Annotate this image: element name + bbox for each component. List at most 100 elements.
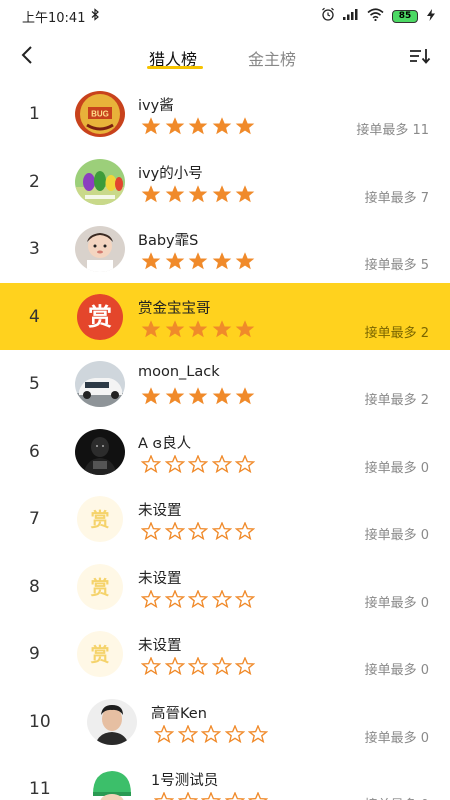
status-time: 上午10:41: [22, 10, 86, 26]
star-rating: [141, 117, 255, 135]
star-filled-icon: [235, 387, 255, 405]
avatar[interactable]: [75, 361, 125, 407]
signal-icon: [343, 8, 359, 24]
star-outline-icon: [188, 454, 208, 472]
star-outline-icon: [188, 589, 208, 607]
avatar[interactable]: 赏: [75, 496, 125, 542]
star-rating: [141, 589, 255, 608]
hunter-name: 赏金宝宝哥: [138, 300, 211, 317]
rank-number: 8: [29, 576, 40, 597]
star-outline-icon: [225, 724, 244, 742]
star-filled-icon: [212, 387, 231, 405]
ranking-row[interactable]: 3 Baby霏S 接单最多 5: [0, 215, 450, 283]
star-filled-icon: [141, 184, 161, 202]
star-filled-icon: [212, 184, 231, 202]
hunter-name: 未设置: [138, 503, 182, 519]
avatar[interactable]: [87, 766, 137, 800]
sort-button[interactable]: [408, 44, 432, 68]
star-filled-icon: [165, 252, 184, 270]
star-rating: [154, 792, 268, 800]
star-filled-icon: [188, 184, 208, 202]
ranking-row[interactable]: 8 赏 未设置 接单最多 0: [0, 553, 450, 621]
ranking-row[interactable]: 4 赏 赏金宝宝哥 接单最多 2: [0, 282, 450, 350]
star-outline-icon: [212, 522, 231, 540]
status-bar: 上午10:41 85: [0, 0, 450, 32]
avatar[interactable]: [75, 226, 125, 272]
star-outline-icon: [201, 724, 221, 742]
star-outline-icon: [141, 657, 161, 675]
hunter-name: ivy酱: [138, 98, 174, 114]
rank-number: 3: [29, 239, 40, 259]
rank-number: 1: [29, 104, 40, 124]
star-filled-icon: [212, 252, 231, 270]
star-outline-icon: [235, 589, 255, 607]
star-outline-icon: [235, 522, 255, 540]
star-filled-icon: [141, 252, 161, 270]
avatar[interactable]: [87, 698, 137, 745]
avatar[interactable]: [75, 428, 125, 475]
star-outline-icon: [235, 454, 255, 472]
star-outline-icon: [212, 589, 231, 607]
star-outline-icon: [178, 724, 197, 742]
star-filled-icon: [141, 319, 161, 337]
star-filled-icon: [235, 184, 255, 202]
star-filled-icon: [165, 117, 184, 135]
header: 猎人榜 金主榜: [0, 34, 450, 80]
ranking-row[interactable]: 7 赏 未设置 接单最多 0: [0, 485, 450, 553]
rank-number: 2: [29, 171, 40, 192]
star-rating: [141, 252, 255, 270]
star-rating: [141, 657, 255, 675]
hunter-name: Baby霏S: [138, 233, 199, 249]
star-outline-icon: [165, 657, 184, 675]
star-filled-icon: [141, 117, 161, 135]
order-count: 接单最多 2: [364, 393, 429, 408]
avatar[interactable]: 赏: [75, 293, 125, 340]
rank-number: 7: [29, 509, 40, 529]
star-filled-icon: [212, 319, 231, 337]
avatar[interactable]: [75, 158, 125, 205]
wifi-icon: [367, 7, 384, 25]
order-count: 接单最多 2: [364, 325, 429, 341]
hunter-name: 高晉Ken: [151, 705, 207, 722]
star-outline-icon: [212, 657, 231, 675]
bluetooth-icon: [91, 7, 100, 25]
star-outline-icon: [165, 522, 184, 540]
rank-number: 11: [29, 779, 51, 799]
star-filled-icon: [165, 184, 184, 202]
ranking-row[interactable]: 2 ivy的小号 接单最多 7: [0, 148, 450, 216]
order-count: 接单最多 0: [364, 663, 429, 678]
avatar[interactable]: 赏: [75, 563, 125, 610]
star-outline-icon: [212, 454, 231, 472]
order-count: 接单最多 0: [365, 794, 429, 800]
back-button[interactable]: [12, 40, 42, 70]
order-count: 接单最多 0: [364, 460, 429, 476]
avatar[interactable]: BUG: [75, 91, 125, 137]
ranking-row[interactable]: 6 A ɞ良人 接单最多 0: [0, 418, 450, 486]
star-filled-icon: [188, 319, 208, 337]
star-outline-icon: [141, 454, 161, 472]
avatar-reward-text: 赏: [90, 576, 109, 599]
ranking-row[interactable]: 5 moon_Lack 接单最多 2: [0, 350, 450, 418]
avatar-reward-text: 赏: [90, 508, 109, 531]
ranking-row[interactable]: 1 BUG ivy酱 接单最多 11: [0, 80, 450, 148]
tab-sponsor-ranking[interactable]: 金主榜: [248, 46, 296, 70]
star-outline-icon: [154, 724, 174, 742]
ranking-row[interactable]: 9 赏 未设置 接单最多 0: [0, 620, 450, 688]
star-outline-icon: [235, 657, 255, 675]
hunter-name: ivy的小号: [138, 165, 203, 182]
star-filled-icon: [141, 387, 161, 405]
ranking-list: 1 BUG ivy酱 接单最多 11 2 ivy的小号 接单最多 7 3 Baby霏S 接单最多 …: [0, 80, 450, 800]
ranking-row[interactable]: 10 高晉Ken 接单最多 0: [0, 688, 450, 756]
star-outline-icon: [165, 454, 184, 472]
star-rating: [141, 387, 255, 405]
status-right: 85: [321, 7, 436, 25]
order-count: 接单最多 0: [364, 730, 429, 746]
hunter-name: 1号测试员: [151, 773, 219, 789]
hunter-name: 未设置: [138, 638, 182, 654]
star-outline-icon: [141, 522, 161, 540]
avatar[interactable]: 赏: [75, 631, 125, 677]
rank-number: 10: [29, 711, 51, 732]
ranking-row[interactable]: 11 1号测试员接单最多 0: [0, 755, 450, 800]
avatar-reward-text: 赏: [88, 303, 112, 331]
avatar-reward-text: 赏: [90, 643, 109, 666]
